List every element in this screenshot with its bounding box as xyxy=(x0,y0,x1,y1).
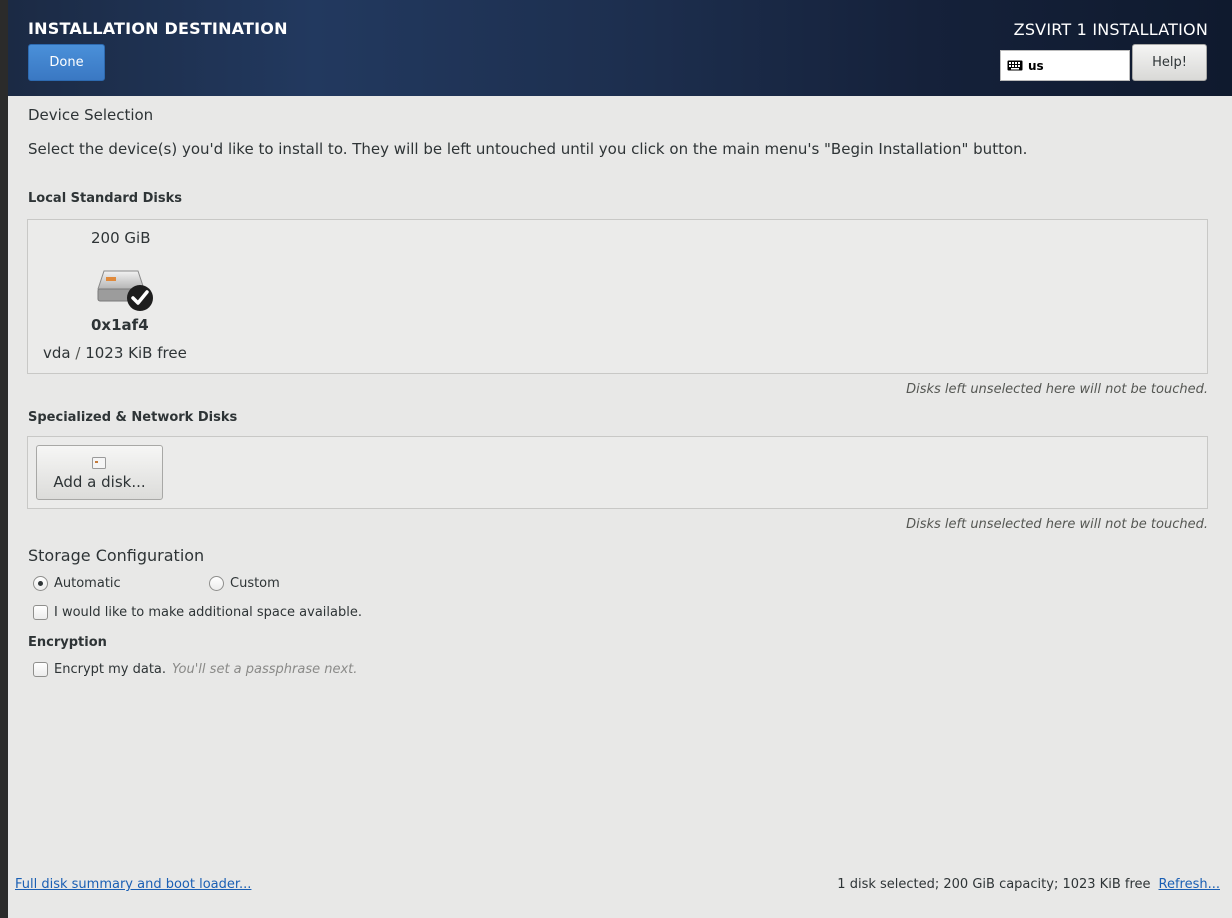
header-bar: INSTALLATION DESTINATION ZSVIRT 1 INSTAL… xyxy=(8,0,1232,96)
extra-space-checkbox-row[interactable]: I would like to make additional space av… xyxy=(33,605,362,620)
disk-separator: / xyxy=(75,344,81,362)
network-disks-note: Disks left unselected here will not be t… xyxy=(906,517,1208,532)
local-disks-heading: Local Standard Disks xyxy=(28,191,182,206)
encryption-heading: Encryption xyxy=(28,635,107,650)
storage-config-heading: Storage Configuration xyxy=(28,546,205,565)
encrypt-checkbox-row[interactable]: Encrypt my data. You'll set a passphrase… xyxy=(33,662,357,677)
add-disk-button[interactable]: Add a disk... xyxy=(36,445,163,500)
keyboard-layout-indicator[interactable]: us xyxy=(1000,50,1130,81)
keyboard-layout-label: us xyxy=(1028,58,1044,73)
hard-disk-icon xyxy=(96,267,158,313)
extra-space-label: I would like to make additional space av… xyxy=(54,605,362,620)
device-selection-description: Select the device(s) you'd like to insta… xyxy=(28,140,1028,158)
disk-details: vda / 1023 KiB free xyxy=(43,344,187,362)
encrypt-hint: You'll set a passphrase next. xyxy=(172,662,358,677)
local-disks-panel: 200 GiB 0x1af4 vda / 1023 KiB free xyxy=(27,219,1208,374)
device-selection-heading: Device Selection xyxy=(28,106,154,124)
automatic-radio[interactable]: Automatic xyxy=(33,576,121,591)
disk-selection-status: 1 disk selected; 200 GiB capacity; 1023 … xyxy=(837,877,1151,892)
custom-radio-button[interactable] xyxy=(209,576,224,591)
keyboard-icon xyxy=(1007,60,1023,71)
automatic-radio-button[interactable] xyxy=(33,576,48,591)
custom-radio[interactable]: Custom xyxy=(209,576,280,591)
encrypt-checkbox[interactable] xyxy=(33,662,48,677)
custom-label: Custom xyxy=(230,576,280,591)
product-title: ZSVIRT 1 INSTALLATION xyxy=(1013,20,1208,39)
disk-size: 200 GiB xyxy=(91,229,151,247)
encrypt-label: Encrypt my data. xyxy=(54,662,167,677)
disk-free-space: 1023 KiB free xyxy=(85,344,187,362)
disk-name: 0x1af4 xyxy=(91,316,149,334)
done-button[interactable]: Done xyxy=(28,44,105,81)
network-disks-panel: Add a disk... xyxy=(27,436,1208,509)
local-disks-note: Disks left unselected here will not be t… xyxy=(906,382,1208,397)
help-button[interactable]: Help! xyxy=(1132,44,1207,81)
disk-device: vda xyxy=(43,344,71,362)
full-disk-summary-link[interactable]: Full disk summary and boot loader... xyxy=(15,877,251,892)
disk-item-vda[interactable]: 200 GiB 0x1af4 vda / 1023 KiB free xyxy=(28,220,228,370)
footer-status-bar: 1 disk selected; 200 GiB capacity; 1023 … xyxy=(837,877,1220,892)
network-disks-heading: Specialized & Network Disks xyxy=(28,410,238,425)
extra-space-checkbox[interactable] xyxy=(33,605,48,620)
installation-destination-window: INSTALLATION DESTINATION ZSVIRT 1 INSTAL… xyxy=(8,0,1232,918)
refresh-link[interactable]: Refresh... xyxy=(1159,877,1221,892)
page-title: INSTALLATION DESTINATION xyxy=(28,19,288,38)
automatic-label: Automatic xyxy=(54,576,121,591)
add-disk-label: Add a disk... xyxy=(53,473,146,491)
add-disk-icon xyxy=(92,455,106,473)
